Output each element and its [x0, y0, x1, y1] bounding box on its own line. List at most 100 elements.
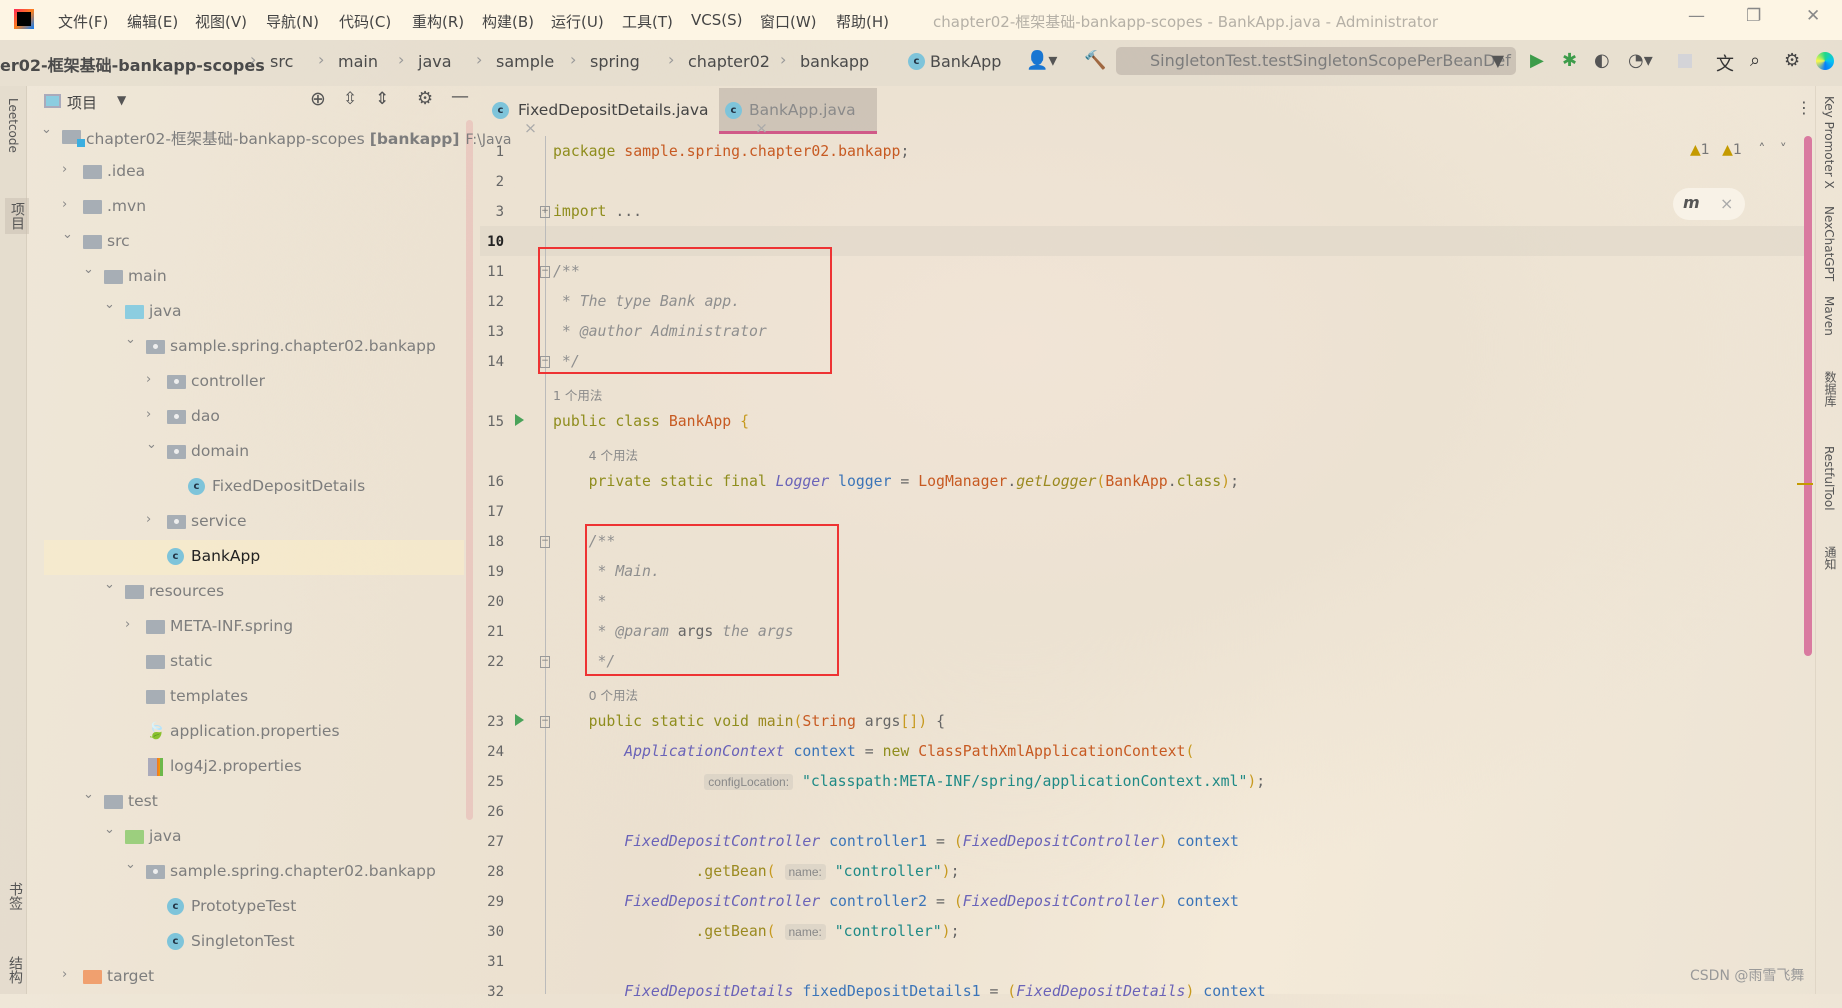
- fold-toggle-icon[interactable]: −: [540, 716, 550, 728]
- right-tool-button[interactable]: 数据库: [1822, 371, 1839, 407]
- right-tool-button[interactable]: NexChatGPT: [1822, 206, 1836, 281]
- menu-item[interactable]: 文件(F): [58, 11, 108, 32]
- run-gutter-icon[interactable]: [515, 714, 524, 726]
- menu-item[interactable]: 帮助(H): [836, 11, 889, 32]
- tree-item[interactable]: log4j2.properties: [27, 750, 467, 785]
- structure-tool-button[interactable]: 结构: [5, 956, 25, 984]
- fold-toggle-icon[interactable]: −: [540, 656, 550, 668]
- breadcrumb-item[interactable]: BankApp: [930, 52, 1001, 71]
- tree-item[interactable]: ⌄ test: [27, 785, 467, 820]
- menu-item[interactable]: VCS(S): [691, 11, 742, 29]
- chevron-right-icon[interactable]: ›: [62, 197, 67, 212]
- close-tab-icon[interactable]: ×: [524, 119, 537, 137]
- chevron-down-icon[interactable]: ⌄: [104, 822, 115, 837]
- locate-crosshair-icon[interactable]: ⊕: [310, 88, 326, 110]
- chevron-down-icon[interactable]: ⌄: [146, 437, 157, 452]
- tree-item[interactable]: c SingletonTest: [27, 925, 467, 960]
- run-icon[interactable]: ▶: [1530, 50, 1544, 71]
- tree-item[interactable]: › .idea: [27, 155, 467, 190]
- chevron-right-icon[interactable]: ›: [62, 162, 67, 177]
- menu-item[interactable]: 工具(T): [622, 11, 673, 32]
- chevron-down-icon[interactable]: ⌄: [41, 122, 52, 137]
- search-icon[interactable]: ⌕: [1750, 50, 1760, 71]
- breadcrumb-item[interactable]: chapter02: [688, 52, 770, 71]
- right-tool-button[interactable]: Key Promoter X: [1822, 96, 1836, 189]
- tab-bankapp[interactable]: c BankApp.java ×: [719, 88, 877, 137]
- toolbox-logo-icon[interactable]: [1816, 52, 1834, 70]
- breadcrumb-item[interactable]: sample: [496, 52, 554, 71]
- tree-item[interactable]: c PrototypeTest: [27, 890, 467, 925]
- tree-item[interactable]: ⌄ sample.spring.chapter02.bankapp: [27, 330, 467, 365]
- chevron-down-icon[interactable]: ⌄: [125, 857, 136, 872]
- menu-item[interactable]: 视图(V): [195, 11, 247, 32]
- tree-item[interactable]: c FixedDepositDetails: [27, 470, 467, 505]
- menu-item[interactable]: 导航(N): [266, 11, 319, 32]
- tree-item[interactable]: ⌄ domain: [27, 435, 467, 470]
- tree-item[interactable]: ⌄ main: [27, 260, 467, 295]
- menu-item[interactable]: 代码(C): [339, 11, 391, 32]
- tree-item[interactable]: c BankApp: [44, 540, 464, 575]
- breadcrumb-item[interactable]: bankapp: [800, 52, 869, 71]
- tree-item[interactable]: 🍃 application.properties: [27, 715, 467, 750]
- settings-gear-icon[interactable]: ⚙: [1784, 50, 1800, 71]
- restore-button[interactable]: ❐: [1746, 6, 1761, 26]
- profile-icon[interactable]: ◔▾: [1628, 50, 1653, 71]
- chevron-right-icon[interactable]: ›: [146, 372, 151, 387]
- usage-count-hint[interactable]: 4 个用法: [589, 445, 638, 464]
- tree-item[interactable]: › target: [27, 960, 467, 995]
- tree-item[interactable]: templates: [27, 680, 467, 715]
- tree-item[interactable]: ⌄ resources: [27, 575, 467, 610]
- menu-item[interactable]: 构建(B): [482, 11, 534, 32]
- tree-item[interactable]: › .mvn: [27, 190, 467, 225]
- stop-icon[interactable]: [1678, 54, 1692, 68]
- menu-item[interactable]: 窗口(W): [760, 11, 817, 32]
- vcs-user-icon[interactable]: 👤▾: [1026, 50, 1057, 71]
- tree-item[interactable]: static: [27, 645, 467, 680]
- chevron-down-icon[interactable]: ▼: [117, 93, 126, 107]
- debug-icon[interactable]: ✱: [1562, 50, 1577, 71]
- tree-item[interactable]: ⌄ sample.spring.chapter02.bankapp: [27, 855, 467, 890]
- chevron-right-icon[interactable]: ›: [146, 407, 151, 422]
- expand-all-icon[interactable]: ⇳: [343, 89, 357, 109]
- chevron-down-icon[interactable]: ⌄: [83, 262, 94, 277]
- close-tab-icon[interactable]: ×: [755, 119, 768, 137]
- tree-item[interactable]: ⌄ java: [27, 820, 467, 855]
- leetcode-tool-button[interactable]: Leetcode: [6, 98, 20, 153]
- run-gutter-icon[interactable]: [515, 414, 524, 426]
- fold-toggle-icon[interactable]: +: [540, 206, 550, 218]
- right-tool-button[interactable]: RestfulTool: [1822, 446, 1836, 511]
- breadcrumb-item[interactable]: java: [418, 52, 452, 71]
- menu-item[interactable]: 运行(U): [551, 11, 604, 32]
- collapse-all-icon[interactable]: ⇕: [375, 89, 389, 109]
- build-hammer-icon[interactable]: 🔨: [1084, 50, 1106, 71]
- tree-item[interactable]: › META-INF.spring: [27, 610, 467, 645]
- more-options-icon[interactable]: ⋮: [1796, 98, 1812, 117]
- project-view-selector[interactable]: 项目: [67, 92, 97, 113]
- fold-toggle-icon[interactable]: −: [540, 536, 550, 548]
- settings-gear-icon[interactable]: ⚙: [417, 88, 433, 109]
- breadcrumb-item[interactable]: src: [270, 52, 293, 71]
- breadcrumb-item[interactable]: main: [338, 52, 378, 71]
- chevron-down-icon[interactable]: ⌄: [104, 577, 115, 592]
- tab-fixed-deposit-details[interactable]: c FixedDepositDetails.java ×: [488, 88, 711, 137]
- tree-item[interactable]: › service: [27, 505, 467, 540]
- coverage-icon[interactable]: ◐: [1594, 50, 1610, 71]
- translate-icon[interactable]: 文: [1716, 50, 1734, 76]
- tree-item[interactable]: ⌄ src: [27, 225, 467, 260]
- chevron-down-icon[interactable]: ⌄: [125, 332, 136, 347]
- breadcrumb-item[interactable]: spring: [590, 52, 640, 71]
- right-tool-button[interactable]: 通知: [1822, 546, 1839, 570]
- chevron-down-icon[interactable]: ⌄: [83, 787, 94, 802]
- editor-scrollbar[interactable]: [1804, 136, 1812, 656]
- chevron-right-icon[interactable]: ›: [62, 967, 67, 982]
- tree-item[interactable]: ⌄ chapter02-框架基础-bankapp-scopes [bankapp] F…: [27, 120, 511, 155]
- run-configuration-select[interactable]: SingletonTest.testSingletonScopePerBeanD…: [1116, 47, 1516, 75]
- usage-count-hint[interactable]: 1 个用法: [553, 385, 602, 404]
- right-tool-button[interactable]: Maven: [1822, 296, 1836, 336]
- chevron-down-icon[interactable]: ⌄: [104, 297, 115, 312]
- usage-count-hint[interactable]: 0 个用法: [589, 685, 638, 704]
- minimize-button[interactable]: —: [1688, 6, 1705, 26]
- bookmarks-tool-button[interactable]: 书签: [5, 882, 25, 910]
- chevron-right-icon[interactable]: ›: [125, 617, 130, 632]
- tree-item[interactable]: › dao: [27, 400, 467, 435]
